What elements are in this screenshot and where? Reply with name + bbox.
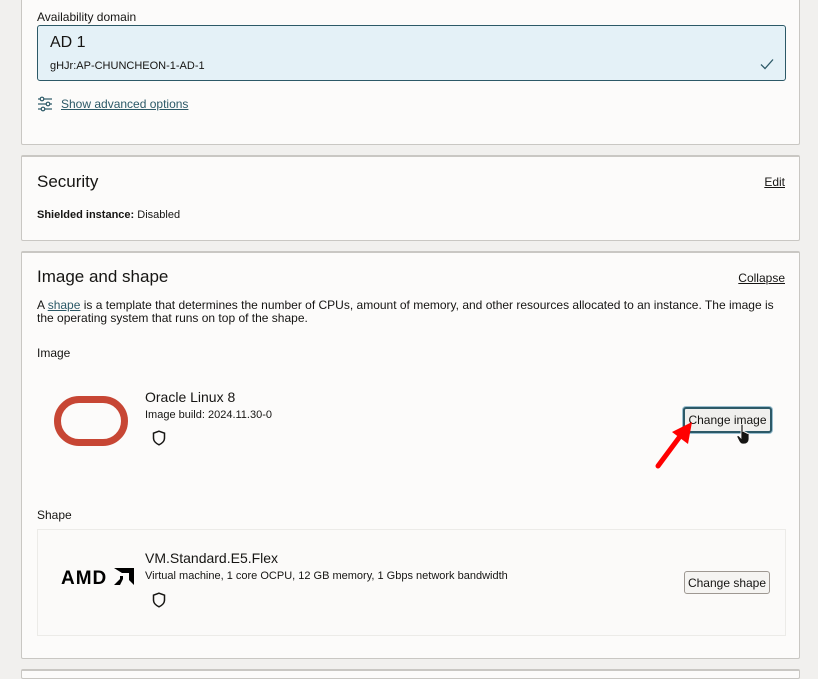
image-name: Oracle Linux 8	[145, 389, 236, 405]
shape-card: AMD VM.Standard.E5.Flex Virtual machine,…	[37, 529, 786, 636]
security-title: Security	[37, 172, 99, 191]
shielded-instance-status: Shielded instance: Disabled	[37, 209, 180, 221]
hand-cursor-icon	[736, 423, 750, 445]
amd-logo-text: AMD	[61, 568, 108, 589]
change-image-button[interactable]: Change image	[683, 407, 772, 433]
description-text: is a template that determines the number…	[37, 298, 774, 325]
ad-option-title: AD 1	[50, 34, 86, 51]
shield-icon	[152, 592, 166, 608]
image-and-shape-title: Image and shape	[37, 267, 169, 286]
shape-name: VM.Standard.E5.Flex	[145, 550, 279, 566]
amd-arrow-icon	[113, 568, 134, 585]
next-panel	[21, 669, 800, 679]
security-edit-link[interactable]: Edit	[764, 175, 785, 189]
availability-domain-option-ad1[interactable]: AD 1 gHJr:AP-CHUNCHEON-1-AD-1	[37, 25, 786, 81]
image-and-shape-panel: Image and shape Collapse A shape is a te…	[21, 251, 800, 659]
show-advanced-options[interactable]: Show advanced options	[37, 96, 188, 112]
availability-domain-label: Availability domain	[37, 10, 137, 24]
collapse-link[interactable]: Collapse	[738, 271, 785, 285]
shielded-instance-value: Disabled	[137, 209, 181, 221]
shape-help-link[interactable]: shape	[48, 298, 81, 312]
security-panel: Security Edit Shielded instance: Disable…	[21, 155, 800, 241]
show-advanced-options-link[interactable]: Show advanced options	[61, 97, 188, 111]
image-shape-description: A shape is a template that determines th…	[37, 299, 782, 325]
image-build: Image build: 2024.11.30-0	[145, 409, 272, 421]
annotation-arrow-icon	[655, 422, 692, 469]
oracle-logo-icon	[54, 396, 128, 446]
shape-section-label: Shape	[37, 508, 72, 522]
shield-icon	[152, 430, 166, 446]
change-shape-button[interactable]: Change shape	[684, 571, 770, 594]
sliders-icon	[38, 96, 52, 112]
amd-logo: AMD	[61, 568, 134, 590]
shape-details: Virtual machine, 1 core OCPU, 12 GB memo…	[145, 570, 508, 582]
checkmark-icon	[760, 59, 774, 70]
availability-domain-panel: Availability domain AD 1 gHJr:AP-CHUNCHE…	[21, 0, 800, 145]
description-prefix: A	[37, 298, 48, 312]
ad-option-subtitle: gHJr:AP-CHUNCHEON-1-AD-1	[50, 60, 205, 72]
shielded-instance-label: Shielded instance:	[37, 209, 135, 221]
image-section-label: Image	[37, 346, 71, 360]
